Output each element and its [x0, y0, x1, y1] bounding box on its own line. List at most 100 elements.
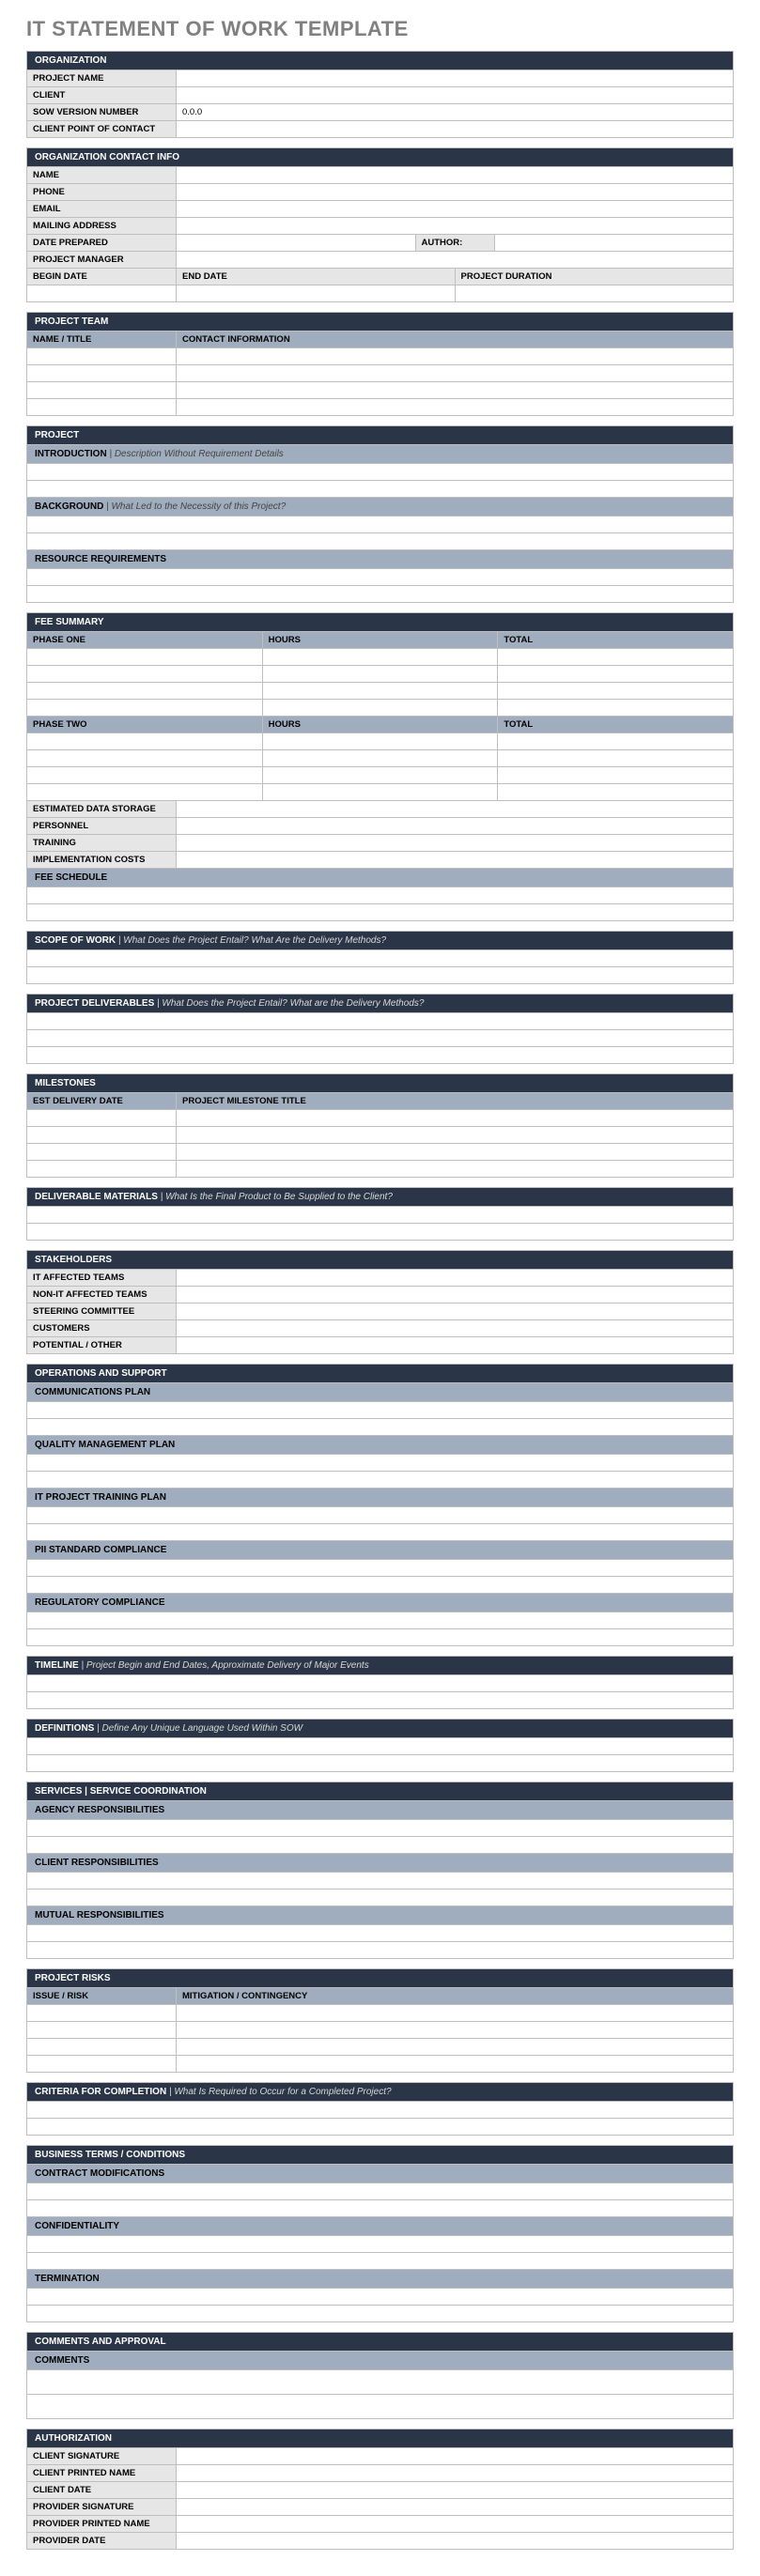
fee-schedule-value[interactable] — [26, 887, 734, 904]
client-name-value[interactable] — [177, 2465, 734, 2482]
milestone-row[interactable] — [26, 1127, 177, 1144]
client-value[interactable] — [177, 87, 734, 104]
mods-value[interactable] — [26, 2183, 734, 2200]
provider-sig-value[interactable] — [177, 2499, 734, 2516]
client-resp-value[interactable] — [26, 1873, 734, 1890]
fee-row[interactable] — [263, 733, 499, 750]
training-plan-value[interactable] — [26, 1524, 734, 1541]
risk-row[interactable] — [26, 2022, 177, 2039]
resource-req-value[interactable] — [26, 586, 734, 603]
mutual-resp-value[interactable] — [26, 1925, 734, 1942]
fee-row[interactable] — [26, 666, 263, 683]
confidentiality-value[interactable] — [26, 2253, 734, 2270]
team-row[interactable] — [26, 399, 177, 416]
risk-row[interactable] — [177, 2005, 734, 2022]
comments-value[interactable] — [26, 2370, 734, 2395]
fee-row[interactable] — [26, 750, 263, 767]
dmat-value[interactable] — [26, 1207, 734, 1224]
fee-row[interactable] — [498, 666, 734, 683]
risk-row[interactable] — [26, 2039, 177, 2056]
scope-value[interactable] — [26, 967, 734, 984]
fee-row[interactable] — [263, 784, 499, 801]
deliverables-value[interactable] — [26, 1030, 734, 1047]
fee-row[interactable] — [263, 700, 499, 717]
timeline-value[interactable] — [26, 1692, 734, 1709]
customers-value[interactable] — [177, 1320, 734, 1337]
milestone-row[interactable] — [177, 1161, 734, 1178]
personnel-value[interactable] — [177, 818, 734, 835]
background-value[interactable] — [26, 517, 734, 533]
email-value[interactable] — [177, 201, 734, 218]
milestone-row[interactable] — [177, 1110, 734, 1127]
nonit-teams-value[interactable] — [177, 1287, 734, 1303]
sow-version-value[interactable]: 0.0.0 — [177, 104, 734, 121]
definitions-value[interactable] — [26, 1755, 734, 1772]
reg-value[interactable] — [26, 1612, 734, 1629]
risk-row[interactable] — [26, 2005, 177, 2022]
fee-row[interactable] — [263, 666, 499, 683]
fee-schedule-value[interactable] — [26, 904, 734, 921]
confidentiality-value[interactable] — [26, 2236, 734, 2253]
team-row[interactable] — [26, 365, 177, 382]
risk-row[interactable] — [26, 2056, 177, 2073]
criteria-value[interactable] — [26, 2119, 734, 2136]
milestone-row[interactable] — [177, 1127, 734, 1144]
potential-value[interactable] — [177, 1337, 734, 1354]
milestone-row[interactable] — [26, 1161, 177, 1178]
risk-row[interactable] — [177, 2039, 734, 2056]
reg-value[interactable] — [26, 1629, 734, 1646]
quality-plan-value[interactable] — [26, 1455, 734, 1472]
team-row[interactable] — [177, 348, 734, 365]
pii-value[interactable] — [26, 1560, 734, 1577]
comments-value[interactable] — [26, 2395, 734, 2419]
mutual-resp-value[interactable] — [26, 1942, 734, 1959]
fee-row[interactable] — [498, 784, 734, 801]
storage-value[interactable] — [177, 801, 734, 818]
author-value[interactable] — [495, 235, 735, 252]
date-prepared-value[interactable] — [177, 235, 416, 252]
training-plan-value[interactable] — [26, 1507, 734, 1524]
intro-value[interactable] — [26, 464, 734, 481]
fee-row[interactable] — [498, 767, 734, 784]
milestone-row[interactable] — [177, 1144, 734, 1161]
agency-resp-value[interactable] — [26, 1837, 734, 1854]
mods-value[interactable] — [26, 2200, 734, 2217]
pii-value[interactable] — [26, 1577, 734, 1594]
client-poc-value[interactable] — [177, 121, 734, 138]
mailing-address-value[interactable] — [177, 218, 734, 235]
background-value[interactable] — [26, 533, 734, 550]
name-value[interactable] — [177, 167, 734, 184]
project-name-value[interactable] — [177, 70, 734, 87]
deliverables-value[interactable] — [26, 1047, 734, 1064]
team-row[interactable] — [26, 382, 177, 399]
fee-row[interactable] — [263, 750, 499, 767]
provider-date-value[interactable] — [177, 2533, 734, 2550]
training-value[interactable] — [177, 835, 734, 852]
scope-value[interactable] — [26, 950, 734, 967]
team-row[interactable] — [26, 348, 177, 365]
risk-row[interactable] — [177, 2022, 734, 2039]
fee-row[interactable] — [26, 700, 263, 717]
fee-row[interactable] — [26, 683, 263, 700]
fee-row[interactable] — [498, 700, 734, 717]
client-resp-value[interactable] — [26, 1890, 734, 1906]
provider-name-value[interactable] — [177, 2516, 734, 2533]
project-duration-value[interactable] — [456, 285, 735, 302]
fee-row[interactable] — [263, 649, 499, 666]
resource-req-value[interactable] — [26, 569, 734, 586]
definitions-value[interactable] — [26, 1738, 734, 1755]
fee-row[interactable] — [26, 767, 263, 784]
fee-row[interactable] — [498, 733, 734, 750]
dmat-value[interactable] — [26, 1224, 734, 1241]
fee-row[interactable] — [263, 683, 499, 700]
milestone-row[interactable] — [26, 1144, 177, 1161]
team-row[interactable] — [177, 382, 734, 399]
fee-row[interactable] — [263, 767, 499, 784]
begin-date-value[interactable] — [26, 285, 177, 302]
project-manager-value[interactable] — [177, 252, 734, 269]
team-row[interactable] — [177, 399, 734, 416]
milestone-row[interactable] — [26, 1110, 177, 1127]
comm-plan-value[interactable] — [26, 1419, 734, 1436]
risk-row[interactable] — [177, 2056, 734, 2073]
fee-row[interactable] — [26, 733, 263, 750]
